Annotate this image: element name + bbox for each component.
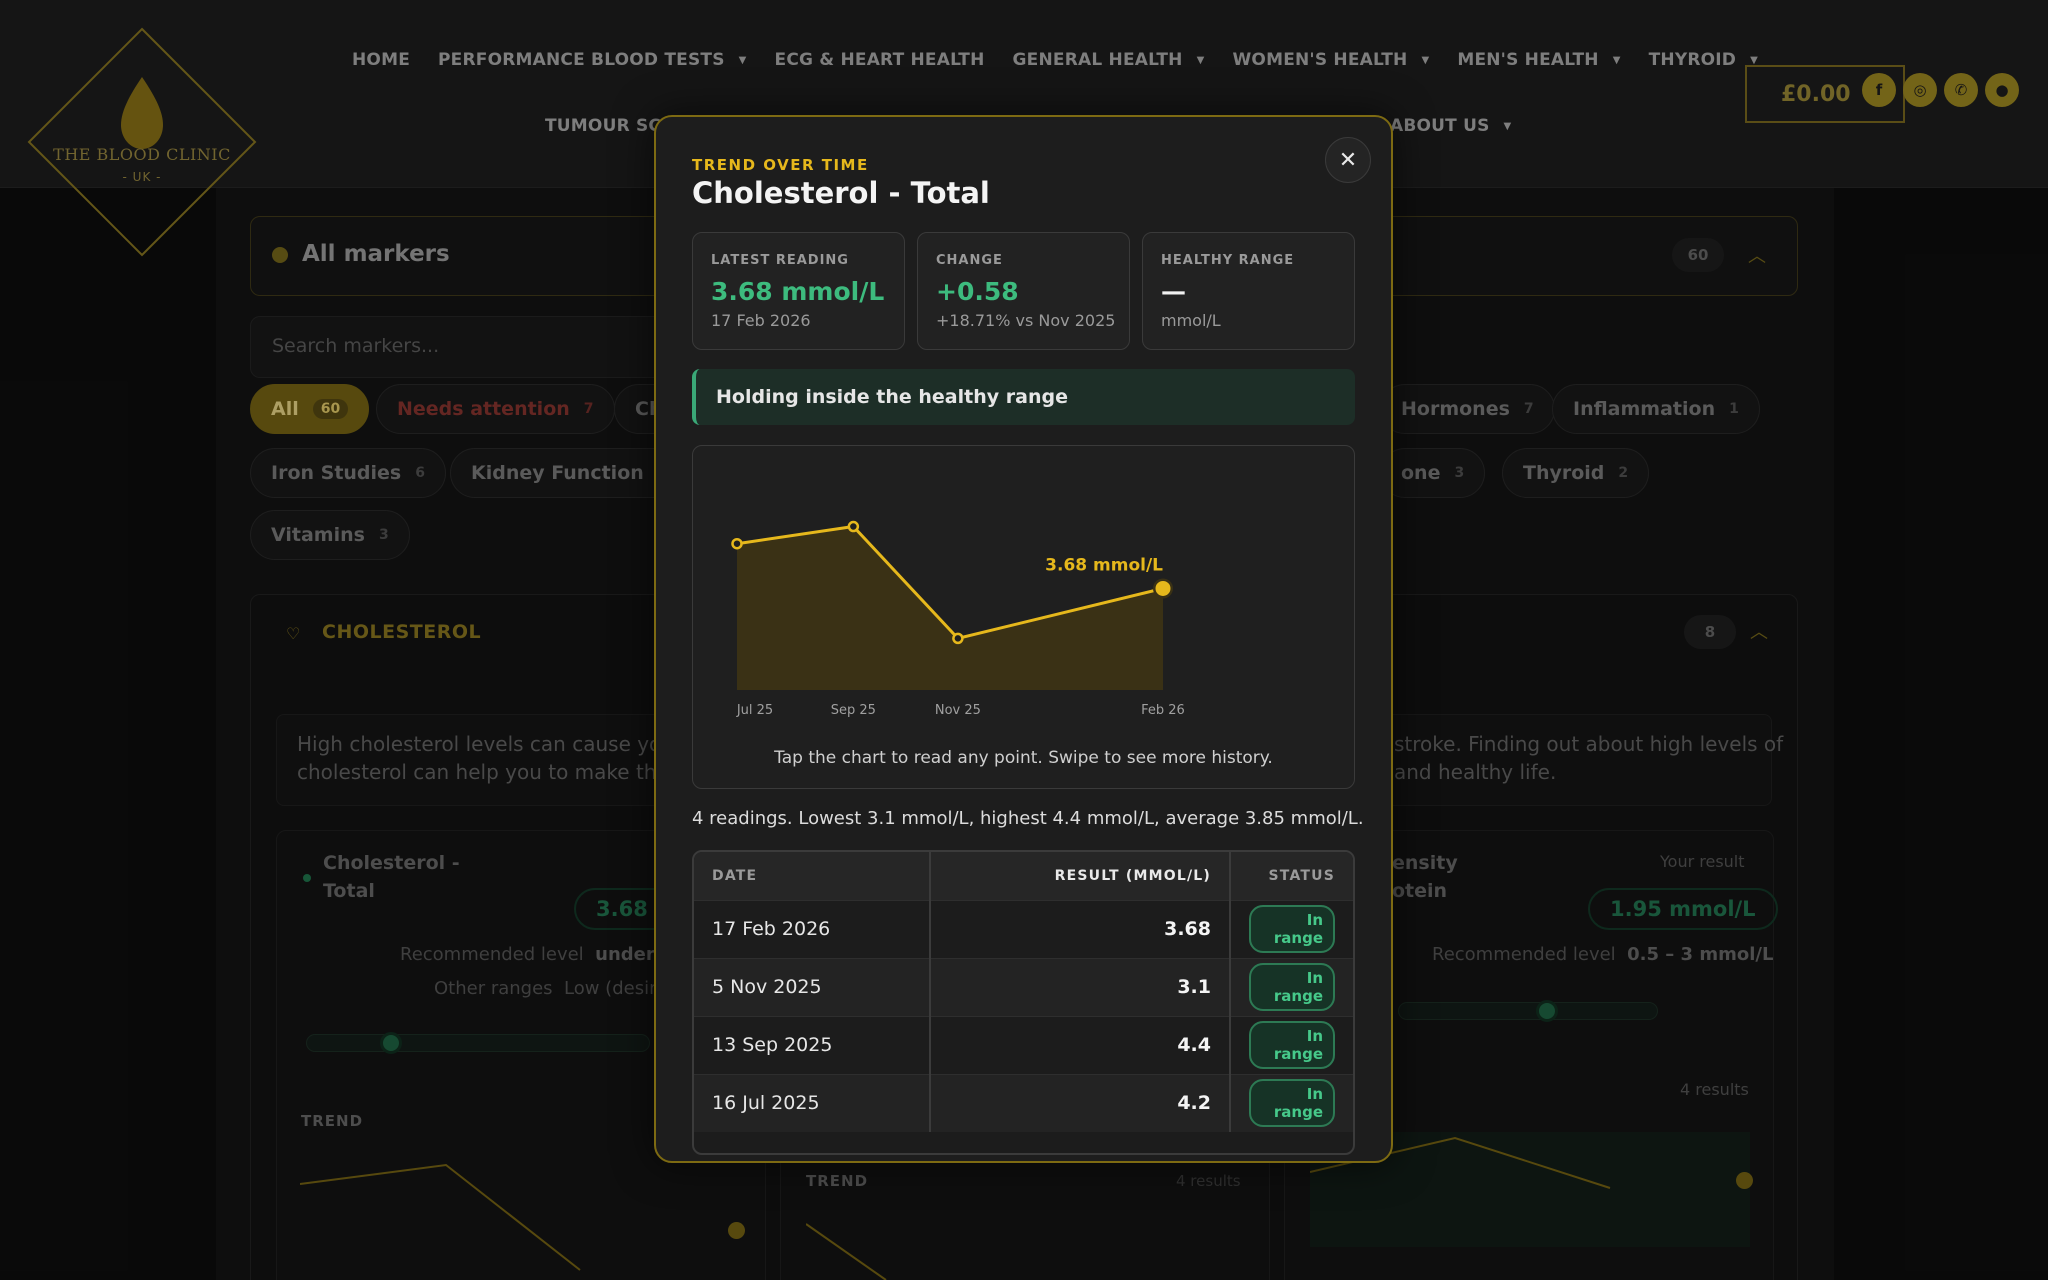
stat-sub: +18.71% vs Nov 2025	[936, 311, 1116, 330]
cell-status: In range	[1229, 957, 1353, 1016]
stat-sub: mmol/L	[1161, 311, 1221, 330]
stat-healthy-range: HEALTHY RANGE — mmol/L	[1142, 232, 1355, 350]
table-row: 17 Feb 2026 3.68 In range	[694, 899, 1353, 958]
cell-result: 3.68	[929, 899, 1230, 958]
x-tick-label: Jul 25	[736, 703, 773, 718]
cell-status: In range	[1229, 899, 1353, 958]
column-header-date: DATE	[694, 852, 930, 900]
modal-title: Cholesterol - Total	[692, 176, 990, 210]
cell-result: 4.4	[929, 1015, 1230, 1074]
cell-date: 16 Jul 2025	[694, 1073, 930, 1132]
column-header-result: RESULT (MMOL/L)	[929, 852, 1230, 900]
stat-value: +0.58	[936, 277, 1019, 306]
cell-date: 5 Nov 2025	[694, 957, 930, 1016]
close-button[interactable]: ✕	[1325, 137, 1371, 183]
stat-label: CHANGE	[936, 253, 1003, 268]
table-row: 16 Jul 2025 4.2 In range	[694, 1073, 1353, 1132]
status-banner: Holding inside the healthy range	[692, 369, 1355, 425]
x-tick-label: Nov 25	[935, 703, 981, 718]
stat-value: —	[1161, 277, 1186, 306]
close-icon: ✕	[1338, 147, 1358, 173]
stat-change: CHANGE +0.58 +18.71% vs Nov 2025	[917, 232, 1130, 350]
data-label: 3.68 mmol/L	[1045, 555, 1163, 575]
table-row: 5 Nov 2025 3.1 In range	[694, 957, 1353, 1016]
trend-point	[1155, 580, 1171, 596]
status-badge: In range	[1249, 905, 1335, 953]
trend-point	[731, 537, 743, 550]
stat-label: HEALTHY RANGE	[1161, 253, 1295, 268]
table-header-row: DATE RESULT (MMOL/L) STATUS	[694, 852, 1353, 900]
cell-status: In range	[1229, 1073, 1353, 1132]
column-header-status: STATUS	[1229, 852, 1353, 900]
stat-latest-reading: LATEST READING 3.68 mmol/L 17 Feb 2026	[692, 232, 905, 350]
status-badge: In range	[1249, 1021, 1335, 1069]
modal-eyebrow: TREND OVER TIME	[692, 156, 869, 174]
chart-hint: Tap the chart to read any point. Swipe t…	[774, 748, 1273, 768]
cell-result: 3.1	[929, 957, 1230, 1016]
trend-area	[737, 526, 1163, 690]
stat-label: LATEST READING	[711, 253, 849, 268]
trend-point	[952, 632, 964, 645]
x-tick-label: Sep 25	[831, 703, 876, 718]
readings-summary: 4 readings. Lowest 3.1 mmol/L, highest 4…	[692, 808, 1364, 829]
readings-table: DATE RESULT (MMOL/L) STATUS 17 Feb 2026 …	[692, 850, 1355, 1155]
status-badge: In range	[1249, 1079, 1335, 1128]
stat-sub: 17 Feb 2026	[711, 311, 811, 330]
trend-chart[interactable]: Jul 25 Sep 25 Nov 25 Feb 26 3.68 mmol/L	[692, 445, 1355, 745]
cell-status: In range	[1229, 1015, 1353, 1074]
cell-date: 17 Feb 2026	[694, 899, 930, 958]
cell-result: 4.2	[929, 1073, 1230, 1132]
status-badge: In range	[1249, 963, 1335, 1011]
stat-value: 3.68 mmol/L	[711, 277, 885, 306]
trend-point	[847, 520, 860, 533]
cell-date: 13 Sep 2025	[694, 1015, 930, 1074]
x-tick-label: Feb 26	[1141, 703, 1185, 718]
table-row: 13 Sep 2025 4.4 In range	[694, 1015, 1353, 1074]
